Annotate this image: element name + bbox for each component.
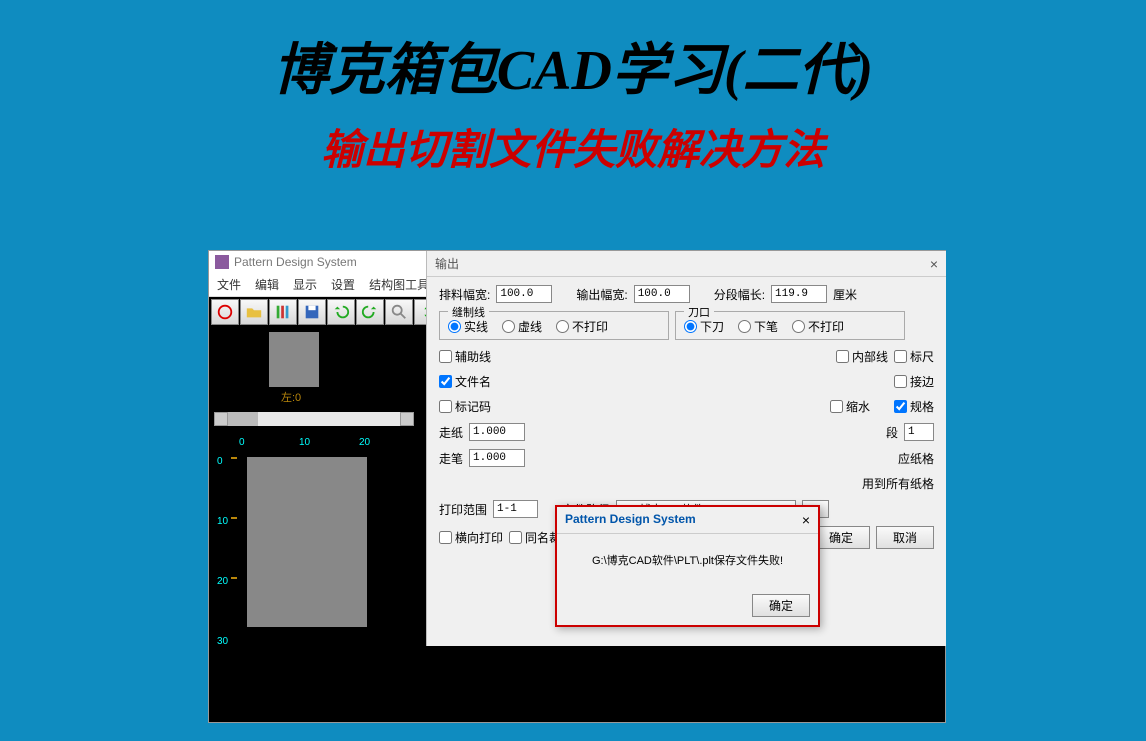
check-auxline[interactable]: 辅助线 [439, 348, 491, 365]
label-applyall: 用到所有纸格 [862, 475, 934, 492]
menu-display[interactable]: 显示 [293, 276, 317, 293]
label-segment-length: 分段幅长: [714, 286, 765, 303]
page-title-main: 博克箱包CAD学习(二代) [0, 25, 1146, 106]
page-title-sub: 输出切割文件失败解决方法 [0, 116, 1146, 177]
tool-zoom-icon[interactable] [385, 299, 413, 325]
label-unit: 厘米 [833, 286, 857, 303]
alert-ok-button[interactable]: 确定 [752, 594, 810, 617]
app-icon [215, 255, 229, 269]
menu-file[interactable]: 文件 [217, 276, 241, 293]
canvas-left-panel: 左:0 0 10 20 0 10 20 30 [209, 327, 425, 722]
group-notch: 刀口 下刀 下笔 不打印 [675, 311, 905, 340]
label-penfeed: 走笔 [439, 450, 463, 467]
check-markcode[interactable]: 标记码 [439, 398, 491, 415]
check-joinedge[interactable]: 接边 [894, 373, 934, 390]
radio-knife[interactable]: 下刀 [684, 318, 724, 335]
app-window: Pattern Design System 文件 编辑 显示 设置 结构图工具 … [208, 250, 946, 723]
radio-dashed[interactable]: 虚线 [502, 318, 542, 335]
check-filename[interactable]: 文件名 [439, 373, 491, 390]
scroll-track[interactable] [228, 412, 400, 426]
input-output-width[interactable] [634, 285, 690, 303]
scroll-right-icon[interactable] [400, 412, 414, 426]
cancel-button[interactable]: 取消 [876, 526, 934, 549]
check-spec[interactable]: 规格 [894, 398, 934, 415]
alert-close-icon[interactable]: × [802, 512, 810, 528]
tool-undo-icon[interactable] [327, 299, 355, 325]
tick [231, 457, 237, 459]
input-paperfeed[interactable] [469, 423, 525, 441]
radio-noprint1[interactable]: 不打印 [556, 318, 608, 335]
tick [231, 517, 237, 519]
label-output-width: 输出幅宽: [576, 286, 627, 303]
tool-circle-red-icon[interactable] [211, 299, 239, 325]
alert-dialog: Pattern Design System × G:\博克CAD软件\PLT\.… [555, 505, 820, 627]
tool-bars-icon[interactable] [269, 299, 297, 325]
piece-thumbnail[interactable] [269, 332, 319, 387]
input-seg[interactable] [904, 423, 934, 441]
scroll-left-icon[interactable] [214, 412, 228, 426]
ruler-canvas: 0 10 20 0 10 20 30 [217, 437, 417, 707]
tool-redo-icon[interactable] [356, 299, 384, 325]
horizontal-scrollbar[interactable] [214, 412, 414, 426]
app-title: Pattern Design System [234, 255, 357, 269]
check-innerline[interactable]: 内部线 [836, 348, 888, 365]
label-seg: 段 [886, 424, 898, 441]
pattern-piece[interactable] [247, 457, 367, 627]
input-range[interactable] [493, 500, 538, 518]
radio-solid[interactable]: 实线 [448, 318, 488, 335]
ruler-vertical: 0 10 20 30 [217, 451, 229, 707]
alert-message: G:\博克CAD软件\PLT\.plt保存文件失败! [557, 534, 818, 586]
output-title: 输出 × [427, 251, 946, 277]
label-paperfeed: 走纸 [439, 424, 463, 441]
ok-button[interactable]: 确定 [812, 526, 870, 549]
tick [231, 577, 237, 579]
radio-pen[interactable]: 下笔 [738, 318, 778, 335]
menu-edit[interactable]: 编辑 [255, 276, 279, 293]
label-range: 打印范围 [439, 501, 487, 518]
label-layout-width: 排料幅宽: [439, 286, 490, 303]
tool-open-icon[interactable] [240, 299, 268, 325]
check-ruler[interactable]: 标尺 [894, 348, 934, 365]
check-horizprint[interactable]: 横向打印 [439, 529, 503, 546]
close-icon[interactable]: × [930, 256, 938, 272]
tool-save-icon[interactable] [298, 299, 326, 325]
scroll-thumb[interactable] [228, 412, 258, 426]
label-segpaper: 应纸格 [898, 450, 934, 467]
menu-struct-tools[interactable]: 结构图工具 [369, 276, 429, 293]
input-penfeed[interactable] [469, 449, 525, 467]
ruler-horizontal: 0 10 20 [229, 437, 417, 451]
alert-titlebar: Pattern Design System × [557, 507, 818, 534]
group-sewing-line: 缝制线 实线 虚线 不打印 [439, 311, 669, 340]
input-layout-width[interactable] [496, 285, 552, 303]
left-label: 左:0 [281, 389, 301, 405]
radio-noprint2[interactable]: 不打印 [792, 318, 844, 335]
input-segment-length[interactable] [771, 285, 827, 303]
check-shrink[interactable]: 缩水 [830, 398, 870, 415]
menu-settings[interactable]: 设置 [331, 276, 355, 293]
